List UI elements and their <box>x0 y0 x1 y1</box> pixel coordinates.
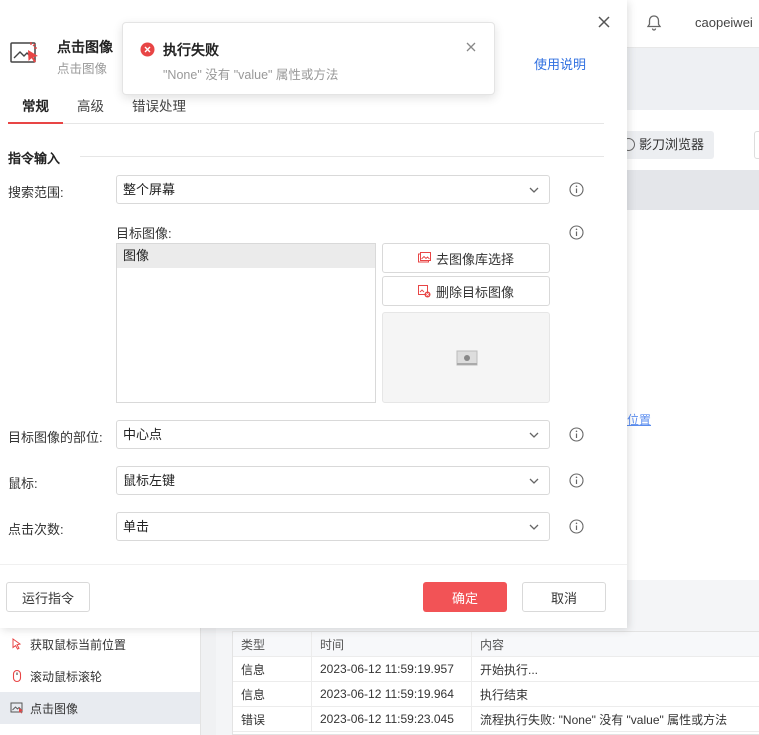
log-content: 开始执行... <box>480 662 539 677</box>
log-header-type[interactable]: 类型 <box>233 632 312 656</box>
table-row[interactable]: 错误 2023-06-12 11:59:23.045 流程执行失败: "None… <box>233 707 759 732</box>
image-preview <box>382 312 550 403</box>
close-icon[interactable] <box>465 41 477 53</box>
mouse-button-value: 鼠标左键 <box>123 473 176 488</box>
browser-tab-label: 影刀浏览器 <box>639 137 705 152</box>
bell-icon[interactable] <box>645 14 663 32</box>
info-icon[interactable] <box>569 427 584 442</box>
list-item[interactable]: 图像 <box>117 244 375 268</box>
list-item[interactable]: 点击图像 <box>0 692 200 724</box>
dialog-subtitle: 点击图像 <box>57 62 108 76</box>
log-header-content[interactable]: 内容 <box>472 632 759 656</box>
error-toast: 执行失败 "None" 没有 "value" 属性或方法 <box>122 22 495 95</box>
target-image-label: 目标图像: <box>116 226 172 241</box>
dialog-title: 点击图像 <box>57 39 113 55</box>
mouse-cursor-icon <box>12 638 22 650</box>
mouse-button-select[interactable]: 鼠标左键 <box>116 466 550 495</box>
toast-title: 执行失败 <box>163 42 219 58</box>
delete-target-label: 删除目标图像 <box>435 284 514 300</box>
log-content: 流程执行失败: "None" 没有 "value" 属性或方法 <box>480 712 728 727</box>
tab-advanced[interactable]: 高级 <box>63 93 118 124</box>
chevron-down-icon <box>529 524 539 530</box>
log-content: 执行结束 <box>480 687 529 702</box>
info-icon[interactable] <box>569 519 584 534</box>
chevron-down-icon <box>529 187 539 193</box>
close-icon[interactable] <box>596 14 612 30</box>
section-title: 指令输入 <box>8 151 61 166</box>
log-table: 类型 时间 内容 信息 2023-06-12 11:59:19.957 开始执行… <box>232 631 759 735</box>
log-type: 信息 <box>233 657 312 681</box>
delete-image-icon <box>417 284 431 297</box>
search-range-value: 整个屏幕 <box>123 182 176 197</box>
click-image-icon <box>10 702 23 714</box>
list-item-label: 获取鼠标当前位置 <box>30 637 127 652</box>
tab-bar: 常规 高级 错误处理 <box>8 93 604 124</box>
log-time: 2023-06-12 11:59:23.045 <box>312 707 472 731</box>
position-link[interactable]: 位置 <box>627 411 651 428</box>
user-name[interactable]: caopeiwei <box>695 15 753 30</box>
image-library-icon <box>417 252 431 263</box>
selected-row <box>627 170 759 210</box>
help-link[interactable]: 使用说明 <box>534 54 586 73</box>
click-count-label: 点击次数: <box>8 522 64 537</box>
log-type: 错误 <box>233 707 312 731</box>
log-time: 2023-06-12 11:59:19.957 <box>312 657 472 681</box>
target-part-select[interactable]: 中心点 <box>116 420 550 449</box>
scrollbar[interactable] <box>200 628 216 735</box>
error-icon <box>140 42 155 57</box>
info-icon[interactable] <box>569 473 584 488</box>
mouse-wheel-icon <box>12 669 22 683</box>
target-image-list[interactable]: 图像 <box>116 243 376 403</box>
toolbar-button[interactable] <box>754 131 759 159</box>
click-image-icon <box>10 42 38 63</box>
tab-general[interactable]: 常规 <box>8 93 63 124</box>
log-header-time[interactable]: 时间 <box>312 632 472 656</box>
tab-error-handling[interactable]: 错误处理 <box>118 93 200 124</box>
table-row[interactable]: 信息 2023-06-12 11:59:19.964 执行结束 <box>233 682 759 707</box>
mouse-label: 鼠标: <box>8 476 38 491</box>
divider <box>80 156 604 157</box>
table-row[interactable]: 信息 2023-06-12 11:59:19.957 开始执行... <box>233 657 759 682</box>
list-item[interactable]: 滚动鼠标滚轮 <box>0 660 200 692</box>
search-range-select[interactable]: 整个屏幕 <box>116 175 550 204</box>
target-part-value: 中心点 <box>123 427 163 442</box>
click-count-value: 单击 <box>123 519 150 534</box>
chevron-down-icon <box>529 432 539 438</box>
info-icon[interactable] <box>569 225 584 240</box>
info-icon[interactable] <box>569 182 584 197</box>
list-item-label: 滚动鼠标滚轮 <box>30 669 103 684</box>
toolbar-band <box>627 48 759 110</box>
image-placeholder-icon <box>456 350 478 366</box>
log-type: 信息 <box>233 682 312 706</box>
search-range-label: 搜索范围: <box>8 185 64 200</box>
click-count-select[interactable]: 单击 <box>116 512 550 541</box>
pick-from-library-button[interactable]: 去图像库选择 <box>382 243 550 273</box>
list-item[interactable]: 获取鼠标当前位置 <box>0 628 200 660</box>
chevron-down-icon <box>529 478 539 484</box>
divider <box>0 564 627 565</box>
pick-from-library-label: 去图像库选择 <box>435 251 514 267</box>
log-time: 2023-06-12 11:59:19.964 <box>312 682 472 706</box>
target-part-label: 目标图像的部位: <box>8 430 103 445</box>
browser-tab[interactable]: 影刀浏览器 <box>614 131 714 159</box>
log-header-row: 类型 时间 内容 <box>233 632 759 657</box>
delete-target-button[interactable]: 删除目标图像 <box>382 276 550 306</box>
run-command-button[interactable]: 运行指令 <box>6 582 90 612</box>
command-list: 获取鼠标当前位置 滚动鼠标滚轮 点击图像 <box>0 628 200 735</box>
toast-message: "None" 没有 "value" 属性或方法 <box>163 68 339 82</box>
list-item-label: 点击图像 <box>30 701 79 716</box>
cancel-button[interactable]: 取消 <box>522 582 606 612</box>
ok-button[interactable]: 确定 <box>423 582 507 612</box>
